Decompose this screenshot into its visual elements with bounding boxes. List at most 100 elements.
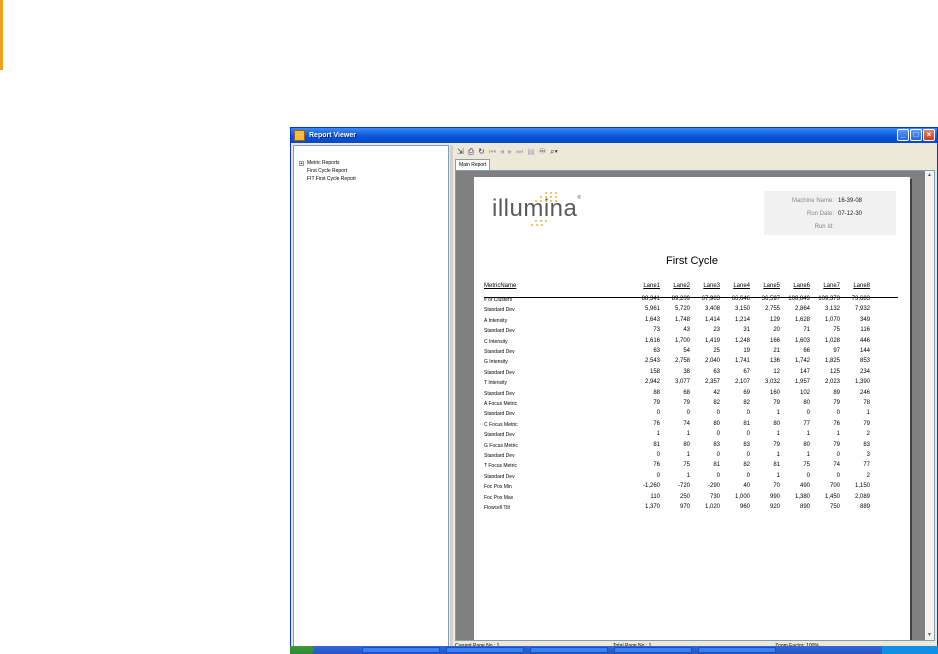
report-title: First Cycle: [666, 255, 718, 267]
table-cell: 889: [859, 504, 870, 510]
row-label: Standard Dev: [484, 453, 515, 459]
row-label: Standard Dev: [484, 369, 515, 376]
info-label: Run Date:: [806, 211, 834, 217]
maximize-button[interactable]: □: [910, 129, 922, 141]
table-cell: 144: [859, 348, 870, 354]
logo-dot: [541, 224, 543, 226]
info-value: 07-12-30: [838, 211, 863, 217]
info-value: 16-39-08: [838, 198, 863, 204]
scroll-down-icon[interactable]: ▼: [926, 632, 933, 639]
logo-registered-mark: ®: [577, 195, 582, 201]
logo-dots-graphic: [531, 192, 557, 226]
table-cell: 1: [866, 410, 870, 417]
table-cell: 2,089: [854, 493, 870, 500]
tree-item-label: Metric Reports: [307, 160, 340, 166]
logo-dot: [531, 224, 533, 226]
tree-item-first-cycle-report[interactable]: First Cycle Report: [307, 168, 347, 174]
row-label: C Intensity: [484, 338, 508, 345]
row-label: Flowcell Tilt: [484, 505, 510, 511]
last-page-icon[interactable]: ⏭: [516, 147, 523, 157]
logo-dot: [550, 200, 552, 202]
row-label: Foc Pos Max: [484, 494, 514, 501]
taskbar-button[interactable]: [698, 647, 776, 653]
table-cell: 78: [863, 400, 870, 406]
tree-item-metric-reports[interactable]: + Metric Reports: [299, 160, 340, 166]
taskbar-button[interactable]: [530, 647, 608, 653]
print-icon[interactable]: ⎙: [468, 147, 474, 157]
app-icon: [294, 130, 305, 141]
row-label: G Intensity: [484, 359, 508, 366]
table-cell: 77: [863, 462, 870, 469]
page-setup-icon[interactable]: ▤: [527, 147, 535, 157]
refresh-icon[interactable]: ↻: [478, 147, 485, 157]
table-cell: 79: [863, 420, 870, 427]
logo-dot: [545, 196, 547, 198]
logo-dot: [540, 196, 542, 198]
logo-dot: [545, 200, 547, 202]
info-label: Machine Name:: [791, 198, 834, 204]
title-bar[interactable]: Report Viewer _ □ ×: [291, 128, 937, 143]
logo-dot: [540, 220, 542, 222]
table-cell: 1,150: [854, 483, 870, 490]
tree-item-fit-first-cycle-report[interactable]: FIT First Cycle Report: [307, 176, 356, 182]
system-tray: [882, 646, 938, 654]
find-icon[interactable]: ♾: [539, 147, 546, 157]
report-page: illumina® Machine Name: 16-39-08 Run Date:…: [474, 177, 910, 640]
logo-dot: [540, 200, 542, 202]
accent-bar: [0, 0, 3, 70]
taskbar-button[interactable]: [362, 647, 440, 653]
row-label: A Intensity: [484, 317, 508, 324]
window-title: Report Viewer: [309, 132, 356, 139]
table-cell: 3: [866, 452, 870, 458]
export-icon[interactable]: ⇲: [457, 147, 464, 157]
column-header-metricname: MetricName: [484, 283, 517, 289]
column-header-lane8: Lane8: [853, 283, 870, 289]
row-label: Foc Pos Min: [484, 484, 512, 491]
close-button[interactable]: ×: [923, 129, 935, 141]
taskbar-button[interactable]: [446, 647, 524, 653]
logo-dot: [535, 200, 537, 202]
row-label: Standard Dev: [484, 432, 515, 439]
row-label: Standard Dev: [484, 307, 515, 314]
prev-page-icon[interactable]: ◂: [500, 147, 504, 157]
info-row: Run Id:: [764, 221, 896, 233]
start-button[interactable]: [290, 646, 314, 654]
tree-item-label: First Cycle Report: [307, 168, 348, 174]
info-row: Machine Name: 16-39-08: [764, 195, 896, 207]
logo-dot: [550, 192, 552, 194]
logo-dot: [555, 192, 557, 194]
row-label: C Focus Metric: [484, 421, 518, 428]
expand-icon[interactable]: +: [299, 160, 304, 166]
logo-dot: [545, 192, 547, 194]
taskbar: [290, 646, 938, 654]
logo-dot: [555, 196, 557, 198]
row-label: G Focus Metric: [484, 442, 518, 449]
logo-dot: [550, 196, 552, 198]
logo-dot: [555, 200, 557, 202]
table-cell: 2: [866, 431, 870, 438]
report-tree: + Metric Reports First Cycle Report FIT …: [293, 145, 449, 652]
logo-dot: [535, 220, 537, 222]
table-cell: 246: [859, 389, 870, 396]
next-page-icon[interactable]: ▸: [508, 147, 512, 157]
table-cell: 349: [859, 316, 870, 323]
logo-dot: [536, 224, 538, 226]
report-toolbar: ⇲ ⎙ ↻ ⏮ ◂ ▸ ⏭ ▤ ♾ ⌕▾: [453, 145, 937, 158]
tree-item-label: FIT First Cycle Report: [307, 176, 356, 182]
report-viewer-window: Report Viewer _ □ × + Metric Reports Fir…: [290, 127, 938, 654]
header-divider: [484, 297, 898, 298]
minimize-button[interactable]: _: [897, 129, 909, 141]
first-page-icon[interactable]: ⏮: [489, 147, 496, 157]
report-viewport[interactable]: illumina® Machine Name: 16-39-08 Run Date:…: [455, 170, 935, 641]
table-cell: 116: [860, 327, 870, 334]
table-cell: 83: [863, 441, 870, 448]
taskbar-button[interactable]: [614, 647, 692, 653]
table-cell: 2: [866, 472, 870, 479]
row-label: T Focus Metric: [484, 463, 517, 470]
table-cell: 7,932: [854, 306, 870, 313]
zoom-dropdown-icon[interactable]: ⌕▾: [550, 147, 558, 157]
scroll-up-icon[interactable]: ▲: [926, 172, 933, 179]
vertical-scrollbar[interactable]: ▲ ▼: [925, 171, 934, 640]
table-cell: 446: [859, 337, 870, 344]
row-label: Standard Dev: [484, 328, 515, 335]
